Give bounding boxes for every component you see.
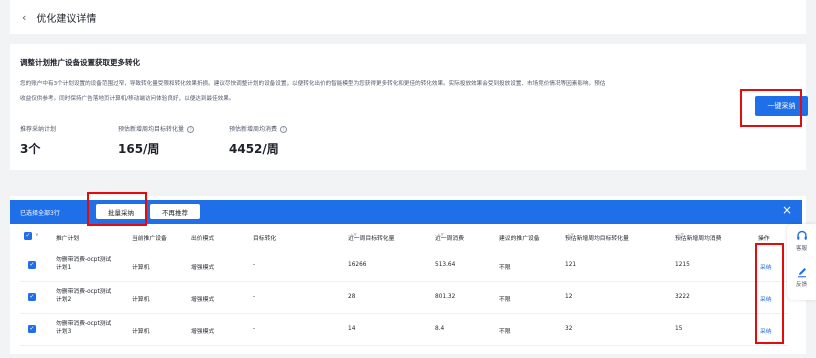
sort-icon: ▲▼ bbox=[567, 233, 574, 238]
headset-icon bbox=[796, 230, 807, 240]
column-header: 目标转化 bbox=[253, 236, 277, 242]
page-title: 优化建议详情 bbox=[36, 13, 97, 25]
conversion-cell: 14 bbox=[348, 326, 356, 332]
adopt-all-button[interactable]: 一键采纳 bbox=[755, 96, 808, 116]
cost-cell: 513.64 bbox=[435, 262, 456, 268]
select-all-checkbox[interactable]: ✓ bbox=[24, 232, 32, 240]
floating-panel: 客服 反馈 bbox=[787, 224, 816, 300]
description-line: 您的账户中有3个计划设置的设备范围过窄，导致转化量受限和转化效果折损。建议尽快调… bbox=[20, 81, 606, 87]
target-cell: - bbox=[253, 262, 256, 268]
column-header: 操作 bbox=[758, 236, 770, 242]
service-label: 客服 bbox=[795, 246, 807, 252]
conversion-cell: 16266 bbox=[348, 262, 367, 268]
page-header: ‹ 优化建议详情 bbox=[10, 0, 806, 34]
suggestion-card: 调整计划推广设备设置获取更多转化 您的账户中有3个计划设置的设备范围过窄，导致转… bbox=[10, 44, 808, 170]
chevron-left-icon[interactable]: ‹ bbox=[22, 11, 26, 24]
table-header: ✓ ∨ 推广计划 当前推广设备 出价模式 目标转化 近一周目标转化量 ▲▼ 近一周… bbox=[24, 232, 770, 242]
feedback-label: 反馈 bbox=[795, 282, 807, 288]
row-checkbox[interactable]: ✓ bbox=[28, 325, 36, 333]
column-header: 推广计划 bbox=[56, 236, 80, 242]
column-header: 当前推广设备 bbox=[132, 236, 167, 242]
stat-label-plans: 推荐采纳计划 bbox=[20, 126, 57, 133]
not-recommend-button[interactable]: 不再推荐 bbox=[150, 204, 200, 219]
stat-value-conversions: 165/周 bbox=[118, 142, 160, 156]
feedback-button[interactable]: 反馈 bbox=[787, 266, 816, 288]
table-row: ✓ 勿删带消费-ocpt测试 计划3 计算机 增强模式 - 14 8.4 不限 3… bbox=[20, 313, 788, 346]
est-cost-cell: 3222 bbox=[675, 294, 690, 300]
table-row: ✓ 勿删带消费-ocpt测试 计划1 计算机 增强模式 - 16266 513.6… bbox=[20, 249, 788, 282]
suggestion-title: 调整计划推广设备设置获取更多转化 bbox=[20, 58, 140, 67]
column-header: 出价模式 bbox=[191, 236, 215, 242]
close-icon[interactable]: × bbox=[782, 203, 792, 217]
bulk-action-bar: 已选择全部3行 批量采纳 不再推荐 × bbox=[10, 200, 802, 224]
device-cell: 计算机 bbox=[132, 297, 150, 303]
suggested-device-cell: 不限 bbox=[499, 329, 511, 335]
est-cost-cell: 1215 bbox=[675, 262, 690, 268]
est-conversion-cell: 12 bbox=[565, 294, 573, 300]
edit-icon bbox=[797, 268, 806, 278]
bid-mode-cell: 增强模式 bbox=[191, 329, 215, 335]
bid-mode-cell: 增强模式 bbox=[191, 297, 215, 303]
stat-label-conversions: 预估新增周均目标转化量? bbox=[118, 124, 195, 133]
chevron-down-icon[interactable]: ∨ bbox=[35, 232, 39, 238]
table-row: ✓ 勿删带消费-ocpt测试 计划2 计算机 增强模式 - 28 801.32 不… bbox=[20, 281, 788, 314]
conversion-cell: 28 bbox=[348, 294, 356, 300]
row-checkbox[interactable]: ✓ bbox=[28, 261, 36, 269]
est-cost-cell: 15 bbox=[675, 326, 683, 332]
suggested-device-cell: 不限 bbox=[499, 297, 511, 303]
est-conversion-cell: 121 bbox=[565, 262, 577, 268]
stat-label-cost: 预估新增周均消费? bbox=[229, 124, 288, 133]
sort-icon: ▲▼ bbox=[677, 233, 684, 238]
batch-adopt-button[interactable]: 批量采纳 bbox=[96, 204, 146, 219]
target-cell: - bbox=[253, 294, 256, 300]
stat-value-plans: 3个 bbox=[20, 142, 41, 156]
sort-icon: ▲▼ bbox=[437, 233, 444, 238]
target-cell: - bbox=[253, 326, 256, 332]
help-icon[interactable]: ? bbox=[280, 126, 288, 133]
column-header: 建议的推广设备 bbox=[499, 236, 540, 242]
adopt-link[interactable]: 采纳 bbox=[760, 326, 772, 335]
adopt-link[interactable]: 采纳 bbox=[760, 294, 772, 303]
row-checkbox[interactable]: ✓ bbox=[28, 293, 36, 301]
customer-service-button[interactable]: 客服 bbox=[787, 230, 816, 252]
device-cell: 计算机 bbox=[132, 329, 150, 335]
suggestion-description: 您的账户中有3个计划设置的设备范围过窄，导致转化量受限和转化效果折损。建议尽快调… bbox=[20, 77, 720, 107]
device-cell: 计算机 bbox=[132, 265, 150, 271]
est-conversion-cell: 32 bbox=[565, 326, 573, 332]
cost-cell: 801.32 bbox=[435, 294, 456, 300]
bid-mode-cell: 增强模式 bbox=[191, 265, 215, 271]
selected-count: 已选择全部3行 bbox=[20, 210, 60, 217]
suggested-device-cell: 不限 bbox=[499, 265, 511, 271]
sort-icon: ▲▼ bbox=[350, 233, 357, 238]
stat-value-cost: 4452/周 bbox=[229, 142, 279, 156]
cost-cell: 8.4 bbox=[435, 326, 445, 332]
adopt-link[interactable]: 采纳 bbox=[760, 262, 772, 271]
help-icon[interactable]: ? bbox=[187, 126, 195, 133]
description-line: 收益仅供参考。同时保持广告落地页计算机/移动端访问体验良好，以便达到最佳效果。 bbox=[20, 96, 235, 102]
